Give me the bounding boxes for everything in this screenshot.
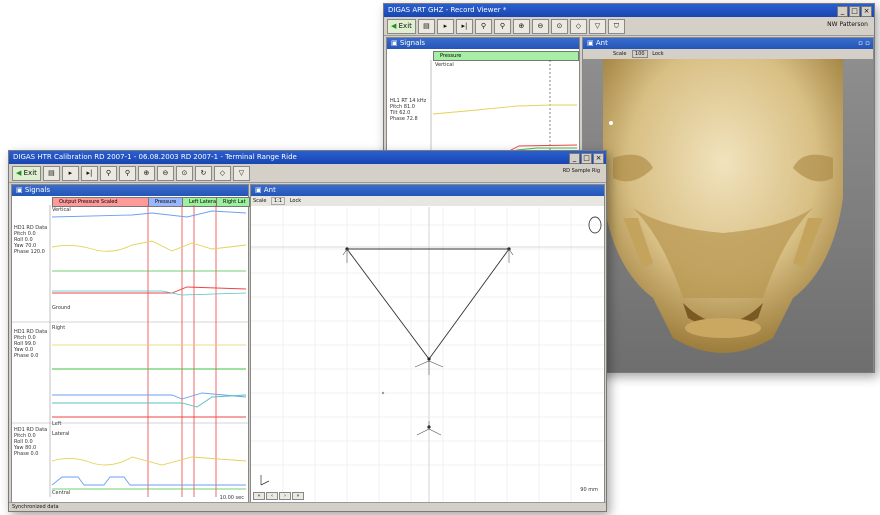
maximize-button[interactable]: □ <box>849 6 860 17</box>
toolbar-right-label: RD Sample Rig <box>562 168 600 174</box>
trace-teal <box>52 394 247 408</box>
toolbar-right-label: NW Patterson <box>827 21 868 28</box>
view-bottom-bar: « ‹ › » <box>253 492 304 500</box>
minimize-button[interactable]: _ <box>569 153 580 164</box>
diamond-icon[interactable]: ◇ <box>569 18 587 34</box>
play-icon[interactable]: ▸ <box>436 18 454 34</box>
axis-gizmo <box>260 475 270 486</box>
step-icon[interactable]: ▸| <box>80 165 98 181</box>
vector-diagram <box>251 207 604 502</box>
trace-yellow <box>432 104 577 115</box>
window-title: DIGAS HTR Calibration RD 2007-1 - 06.08.… <box>13 153 297 161</box>
zoom-out-icon[interactable]: ⊖ <box>156 165 174 181</box>
print-icon[interactable]: ▤ <box>417 18 435 34</box>
close-button[interactable]: × <box>861 6 872 17</box>
calibration-titlebar: DIGAS HTR Calibration RD 2007-1 - 06.08.… <box>9 151 606 164</box>
trace-blue <box>51 210 247 218</box>
tool-alt-icon[interactable]: ⚲ <box>493 18 511 34</box>
minimize-button[interactable]: _ <box>837 6 848 17</box>
calibration-window: DIGAS HTR Calibration RD 2007-1 - 06.08.… <box>8 150 607 512</box>
zoom-fit-icon[interactable]: ⊙ <box>550 18 568 34</box>
exit-button[interactable]: ◀ Exit <box>12 165 41 181</box>
node <box>427 357 431 361</box>
play-icon[interactable]: ▸ <box>61 165 79 181</box>
node-tick <box>342 248 352 263</box>
shield-icon[interactable]: ⛉ <box>607 18 625 34</box>
skull-image <box>583 59 873 372</box>
zoom-in-icon[interactable]: ⊕ <box>137 165 155 181</box>
tool-icon[interactable]: ⚲ <box>474 18 492 34</box>
exit-arrow-icon: ◀ <box>16 168 22 177</box>
grid <box>251 207 604 502</box>
trace-red <box>52 286 247 294</box>
nav-last-icon[interactable]: » <box>292 492 304 500</box>
tool-icon[interactable]: ⚲ <box>99 165 117 181</box>
triangle-down-icon[interactable]: ▽ <box>588 18 606 34</box>
marker-dot <box>381 391 385 395</box>
zoom-out-icon[interactable]: ⊖ <box>531 18 549 34</box>
print-icon[interactable]: ▤ <box>42 165 60 181</box>
trace-blue <box>52 392 247 400</box>
signals-panel: ▣ Signals Output Pressure Scaled Pressur… <box>11 184 250 503</box>
node-tick <box>504 248 514 263</box>
trace-yellow <box>51 240 247 252</box>
maximize-button[interactable]: □ <box>581 153 592 164</box>
diamond-icon[interactable]: ◇ <box>213 165 231 181</box>
trace-blue <box>51 476 246 486</box>
calibration-toolbar: ◀ Exit ▤ ▸ ▸| ⚲ ⚲ ⊕ ⊖ ⊙ ↻ ◇ ▽ RD Sample … <box>9 164 606 183</box>
window-title: DIGAS ART GHZ - Record Viewer * <box>388 6 507 14</box>
triangle-shape <box>346 248 510 360</box>
status-bar: Synchronized data <box>9 502 606 511</box>
exit-button[interactable]: ◀ Exit <box>387 18 416 34</box>
rotate-icon[interactable]: ↻ <box>194 165 212 181</box>
zoom-fit-icon[interactable]: ⊙ <box>175 165 193 181</box>
triangle-down-icon[interactable]: ▽ <box>232 165 250 181</box>
step-icon[interactable]: ▸| <box>455 18 473 34</box>
nav-next-icon[interactable]: › <box>279 492 291 500</box>
record-viewer-titlebar: DIGAS ART GHZ - Record Viewer * _ □ × <box>384 4 874 17</box>
nav-prev-icon[interactable]: ‹ <box>266 492 278 500</box>
front-signal-traces <box>12 205 248 497</box>
close-button[interactable]: × <box>593 153 604 164</box>
record-viewer-toolbar: ◀ Exit ▤ ▸ ▸| ⚲ ⚲ ⊕ ⊖ ⊙ ◇ ▽ ⛉ NW Patters… <box>384 17 874 36</box>
vector-view-panel: ▣ Ant Scale 1:1 Lock 90 mm « ‹ › » <box>250 184 605 503</box>
node-tick <box>414 360 444 375</box>
trace-yellow <box>51 456 247 466</box>
nav-first-icon[interactable]: « <box>253 492 265 500</box>
skull-view-panel: ▣ Ant ▫ ▫ Scale 100 Lock <box>582 37 874 372</box>
tool-alt-icon[interactable]: ⚲ <box>118 165 136 181</box>
zoom-in-icon[interactable]: ⊕ <box>512 18 530 34</box>
exit-arrow-icon: ◀ <box>391 21 397 30</box>
